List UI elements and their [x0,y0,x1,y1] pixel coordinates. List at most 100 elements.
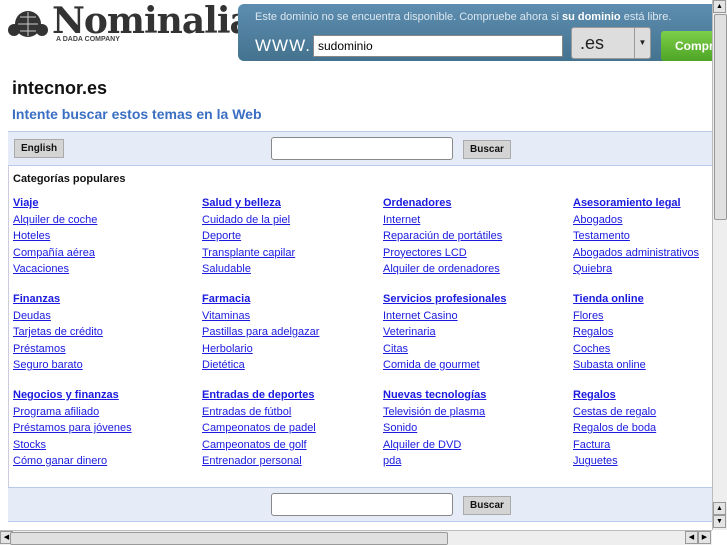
category-link[interactable]: Factura [573,437,656,454]
tld-select[interactable]: .es ▼ [571,27,651,59]
globe-icon [8,11,48,37]
category-link[interactable]: Quiebra [573,261,699,278]
category-heading-link[interactable]: Regalos [573,387,656,404]
category-link[interactable]: Comida de gourmet [383,357,507,374]
category-link[interactable]: Seguro barato [13,357,103,374]
category-heading-link[interactable]: Negocios y finanzas [13,387,132,404]
category-group: Asesoramiento legal Abogados Testamento Abo… [573,195,699,278]
category-link[interactable]: Hoteles [13,228,97,245]
category-link[interactable]: Préstamos para jóvenes [13,420,132,437]
category-heading-link[interactable]: Salud y belleza [202,195,295,212]
vertical-scroll-thumb[interactable] [714,14,727,220]
chevron-down-icon: ▼ [634,28,650,58]
scroll-up-icon[interactable]: ▲ [713,0,726,13]
search-button-bottom[interactable]: Buscar [463,496,511,515]
scroll-down-icon[interactable]: ▼ [713,515,726,528]
search-input[interactable] [271,137,453,160]
category-link[interactable]: Campeonatos de padel [202,420,316,437]
category-heading-link[interactable]: Servicios profesionales [383,291,507,308]
category-heading-link[interactable]: Nuevas tecnologías [383,387,486,404]
category-group: Entradas de deportes Entradas de fútbol Ca… [202,387,316,470]
categories-heading: Categorías populares [13,173,126,185]
category-link[interactable]: Compañía aérea [13,245,97,262]
category-heading-link[interactable]: Finanzas [13,291,103,308]
category-link[interactable]: Cómo ganar dinero [13,453,132,470]
category-heading-link[interactable]: Asesoramiento legal [573,195,699,212]
nominalia-logo[interactable]: Nominalia A DADA COMPANY [4,0,253,46]
horizontal-scroll-thumb[interactable] [10,532,448,545]
english-button[interactable]: English [14,139,65,158]
category-group: Negocios y finanzas Programa afiliado Prés… [13,387,132,470]
category-heading-link[interactable]: Farmacia [202,291,319,308]
category-link[interactable]: Citas [383,341,507,358]
category-group: Servicios profesionales Internet Casino Ve… [383,291,507,374]
category-link[interactable]: Testamento [573,228,699,245]
category-link[interactable]: Tarjetas de crédito [13,324,103,341]
category-link[interactable]: Pastillas para adelgazar [202,324,319,341]
search-button[interactable]: Buscar [463,140,511,159]
category-link[interactable]: Abogados administrativos [573,245,699,262]
category-link[interactable]: Vitaminas [202,308,319,325]
category-link[interactable]: Proyectores LCD [383,245,502,262]
category-heading-link[interactable]: Viaje [13,195,97,212]
category-link[interactable]: Subasta online [573,357,646,374]
category-link[interactable]: Alquiler de ordenadores [383,261,502,278]
category-group: Regalos Cestas de regalo Regalos de boda Fa… [573,387,656,470]
category-link[interactable]: Coches [573,341,646,358]
category-link[interactable]: Regalos de boda [573,420,656,437]
category-heading-link[interactable]: Tienda online [573,291,646,308]
category-link[interactable]: Stocks [13,437,132,454]
category-group: Viaje Alquiler de coche Hoteles Compañía aé… [13,195,97,278]
category-link[interactable]: Televisión de plasma [383,404,486,421]
popular-categories: Categorías populares Viaje Alquiler de co… [8,166,712,487]
category-group: Farmacia Vitaminas Pastillas para adelgaza… [202,291,319,374]
category-link[interactable]: Cuidado de la piel [202,212,295,229]
category-group: Ordenadores Internet Reparaciún de portáti… [383,195,502,278]
category-link[interactable]: Sonido [383,420,486,437]
category-link[interactable]: Juguetes [573,453,656,470]
category-link[interactable]: Entrenador personal [202,453,316,470]
category-link[interactable]: Dietética [202,357,319,374]
category-link[interactable]: Campeonatos de golf [202,437,316,454]
category-link[interactable]: Transplante capilar [202,245,295,262]
category-link[interactable]: Veterinaria [383,324,507,341]
domain-input[interactable] [313,35,563,57]
page-subtitle: Intente buscar estos temas en la Web [12,106,262,122]
scroll-right-icon[interactable]: ▶ [698,531,711,544]
search-bar-bottom: Buscar [8,487,712,522]
category-link[interactable]: pda [383,453,486,470]
category-link[interactable]: Deporte [202,228,295,245]
www-label: WWW. [255,36,311,55]
category-link[interactable]: Regalos [573,324,646,341]
category-link[interactable]: Vacaciones [13,261,97,278]
category-link[interactable]: Préstamos [13,341,103,358]
category-link[interactable]: Alquiler de DVD [383,437,486,454]
category-link[interactable]: Entradas de fútbol [202,404,316,421]
category-link[interactable]: Flores [573,308,646,325]
scroll-left-icon[interactable]: ◀ [685,531,698,544]
category-link[interactable]: Internet Casino [383,308,507,325]
scroll-up-icon[interactable]: ▲ [713,502,726,515]
header: Nominalia A DADA COMPANY Este dominio no… [0,0,727,62]
category-link[interactable]: Internet [383,212,502,229]
category-link[interactable]: Deudas [13,308,103,325]
category-link[interactable]: Cestas de regalo [573,404,656,421]
category-link[interactable]: Abogados [573,212,699,229]
category-heading-link[interactable]: Ordenadores [383,195,502,212]
page-title: intecnor.es [12,78,108,98]
category-link[interactable]: Reparaciún de portátiles [383,228,502,245]
category-link[interactable]: Programa afiliado [13,404,132,421]
category-group: Finanzas Deudas Tarjetas de crédito Préstam… [13,291,103,374]
category-group: Nuevas tecnologías Televisión de plasma So… [383,387,486,470]
domain-message: Este dominio no se encuentra disponible.… [255,11,672,23]
search-input-bottom[interactable] [271,493,453,516]
category-group: Tienda online Flores Regalos Coches Subasta … [573,291,646,374]
category-link[interactable]: Saludable [202,261,295,278]
category-heading-link[interactable]: Entradas de deportes [202,387,316,404]
category-link[interactable]: Herbolario [202,341,319,358]
domain-search-box: Este dominio no se encuentra disponible.… [238,4,727,61]
vertical-scrollbar[interactable]: ▲ ▲ ▼ [712,0,727,530]
category-group: Salud y belleza Cuidado de la piel Deporte… [202,195,295,278]
horizontal-scrollbar[interactable]: ◀ ◀ ▶ [0,530,712,545]
category-link[interactable]: Alquiler de coche [13,212,97,229]
